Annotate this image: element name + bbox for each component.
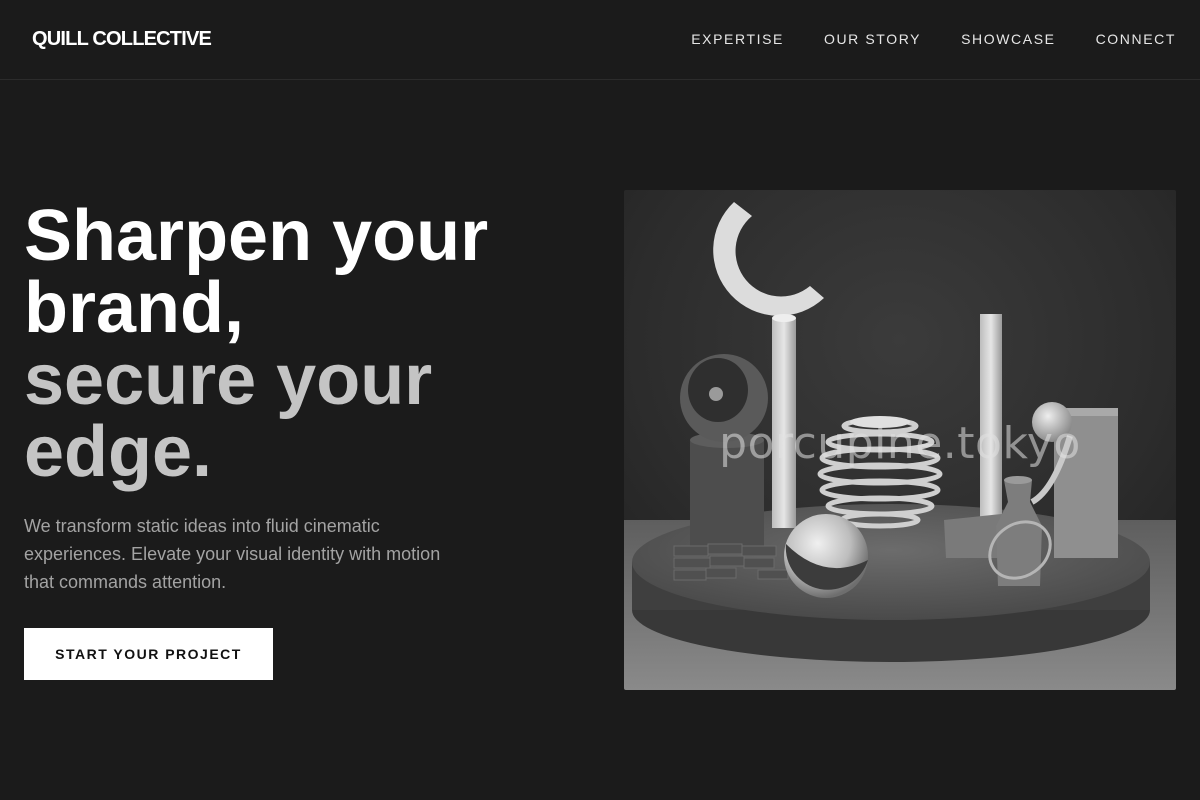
nav-link-showcase[interactable]: SHOWCASE (961, 31, 1055, 47)
headline-line-4: edge. (24, 412, 213, 492)
headline-line-1: Sharpen your (24, 196, 489, 276)
brand-logo[interactable]: QUILL COLLECTIVE (32, 28, 212, 51)
headline-line-2: brand, (24, 268, 245, 348)
headline-line-3: secure your (24, 340, 433, 420)
nav-link-expertise[interactable]: EXPERTISE (691, 31, 784, 47)
nav-link-connect[interactable]: CONNECT (1096, 31, 1176, 47)
hero-description: We transform static ideas into fluid cin… (24, 516, 441, 592)
nav-link-our-story[interactable]: OUR STORY (824, 31, 921, 47)
nav-links: EXPERTISE OUR STORY SHOWCASE CONNECT (691, 31, 1176, 47)
hero-headline: Sharpen your brand, secure your edge. (24, 200, 584, 488)
image-watermark: porcupine.tokyo (719, 418, 1081, 469)
start-project-button[interactable]: START YOUR PROJECT (24, 628, 273, 680)
top-navigation: QUILL COLLECTIVE EXPERTISE OUR STORY SHO… (0, 0, 1200, 80)
hero-3d-render-image: porcupine.tokyo (624, 190, 1176, 690)
